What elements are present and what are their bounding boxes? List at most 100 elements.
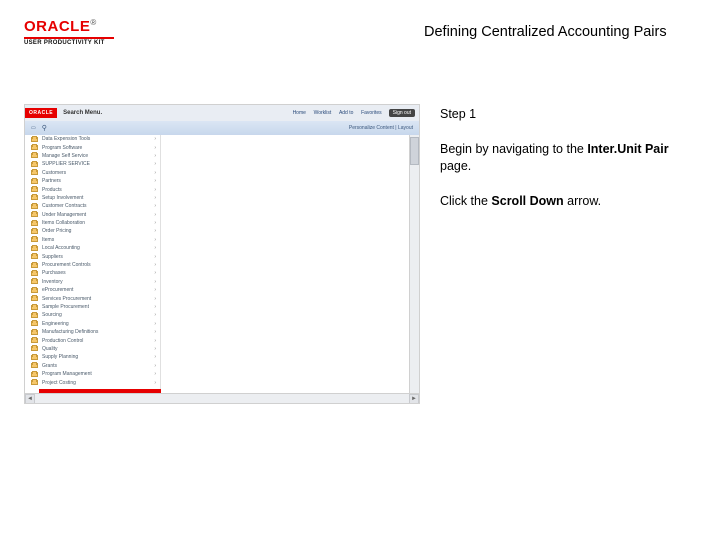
sidebar-item[interactable]: Local Accounting› bbox=[25, 244, 160, 252]
nav-link-home[interactable]: Home bbox=[293, 110, 306, 116]
scroll-left-arrow[interactable]: ◄ bbox=[25, 394, 35, 404]
app-sub-bar: ▭ ⚲ Personalize Content | Layout bbox=[25, 121, 419, 135]
sidebar-item-label: Manage Self Service bbox=[42, 153, 88, 159]
sidebar-item-label: Order Pricing bbox=[42, 228, 71, 234]
vertical-scroll-thumb[interactable] bbox=[410, 137, 419, 165]
chevron-right-icon: › bbox=[154, 346, 156, 352]
menu-collapse-icon[interactable]: ▭ bbox=[31, 125, 36, 131]
chevron-right-icon: › bbox=[154, 296, 156, 302]
folder-icon bbox=[31, 338, 38, 343]
embedded-app-screenshot: ORACLE Search Menu. Home Worklist Add to… bbox=[24, 104, 420, 404]
sidebar-item[interactable]: Items › bbox=[25, 236, 160, 244]
sidebar-item[interactable]: Customer Contracts› bbox=[25, 202, 160, 210]
sidebar-item[interactable]: Project Costing› bbox=[25, 378, 160, 386]
sidebar-item[interactable]: Data Expension Tools› bbox=[25, 135, 160, 143]
chevron-right-icon: › bbox=[154, 195, 156, 201]
chevron-right-icon: › bbox=[154, 153, 156, 159]
sidebar-item[interactable]: Manufacturing Definitions› bbox=[25, 328, 160, 336]
step-number: Step 1 bbox=[440, 106, 696, 123]
folder-icon bbox=[31, 137, 38, 142]
sidebar-item-label: Items bbox=[42, 237, 54, 243]
chevron-right-icon: › bbox=[154, 287, 156, 293]
chevron-right-icon: › bbox=[154, 237, 156, 243]
chevron-right-icon: › bbox=[154, 321, 156, 327]
folder-icon bbox=[31, 246, 38, 251]
instruction-line-1: Begin by navigating to the Inter.Unit Pa… bbox=[440, 141, 696, 175]
nav-link-worklist[interactable]: Worklist bbox=[314, 110, 332, 116]
sidebar-item[interactable]: Suppliers› bbox=[25, 252, 160, 260]
chevron-right-icon: › bbox=[154, 380, 156, 386]
chevron-right-icon: › bbox=[154, 304, 156, 310]
chevron-right-icon: › bbox=[154, 220, 156, 226]
chevron-right-icon: › bbox=[154, 145, 156, 151]
sidebar-item[interactable]: Engineering › bbox=[25, 320, 160, 328]
page-title: Defining Centralized Accounting Pairs bbox=[124, 18, 696, 40]
nav-link-favorites[interactable]: Favorites bbox=[361, 110, 382, 116]
folder-icon bbox=[31, 229, 38, 234]
brand-logo: ORACLE® USER PRODUCTIVITY KIT bbox=[24, 18, 124, 46]
sidebar-item-label: Engineering bbox=[42, 321, 69, 327]
sidebar-item-label: Products bbox=[42, 187, 62, 193]
sidebar-item[interactable]: Grants› bbox=[25, 362, 160, 370]
folder-icon bbox=[31, 237, 38, 242]
instruction-line-2: Click the Scroll Down arrow. bbox=[440, 193, 696, 210]
sidebar-item[interactable]: Procurement Controls› bbox=[25, 261, 160, 269]
sidebar-item[interactable]: Supply Planning › bbox=[25, 353, 160, 361]
folder-icon bbox=[31, 212, 38, 217]
folder-icon bbox=[31, 346, 38, 351]
sidebar-item[interactable]: eProcurement› bbox=[25, 286, 160, 294]
chevron-right-icon: › bbox=[154, 329, 156, 335]
sidebar-item[interactable]: Production Control› bbox=[25, 336, 160, 344]
logo-subline: USER PRODUCTIVITY KIT bbox=[24, 40, 124, 46]
chevron-right-icon: › bbox=[154, 371, 156, 377]
sidebar-item-label: Supply Planning bbox=[42, 354, 78, 360]
sidebar-item-label: Items Collaboration bbox=[42, 220, 85, 226]
sidebar-item[interactable]: Partners› bbox=[25, 177, 160, 185]
sidebar-item[interactable]: Order Pricing› bbox=[25, 227, 160, 235]
chevron-right-icon: › bbox=[154, 170, 156, 176]
sidebar-item[interactable]: Setup Involvement› bbox=[25, 194, 160, 202]
nav-link-addto[interactable]: Add to bbox=[339, 110, 353, 116]
chevron-right-icon: › bbox=[154, 354, 156, 360]
instr1-bold: Inter.Unit Pair bbox=[587, 142, 668, 156]
sidebar-item[interactable]: Inventory› bbox=[25, 278, 160, 286]
sidebar-item[interactable]: Quality› bbox=[25, 345, 160, 353]
folder-icon bbox=[31, 263, 38, 268]
sidebar-item-label: Customer Contracts bbox=[42, 203, 86, 209]
search-icon[interactable]: ⚲ bbox=[42, 124, 47, 132]
chevron-right-icon: › bbox=[154, 161, 156, 167]
sidebar-item-label: Grants bbox=[42, 363, 57, 369]
horizontal-scrollbar[interactable]: ◄ ► bbox=[25, 393, 419, 403]
sidebar-item[interactable]: Items Collaboration › bbox=[25, 219, 160, 227]
app-content-pane bbox=[161, 135, 419, 393]
sidebar-item[interactable]: Sourcing› bbox=[25, 311, 160, 319]
folder-icon bbox=[31, 380, 38, 385]
nav-sidebar: Data Expension Tools›Program Software›Ma… bbox=[25, 135, 161, 393]
folder-icon bbox=[31, 321, 38, 326]
sidebar-item[interactable]: Purchases› bbox=[25, 269, 160, 277]
signout-button[interactable]: Sign out bbox=[389, 109, 415, 117]
sidebar-item[interactable]: SUPPLIER SERVICE › bbox=[25, 160, 160, 168]
sidebar-item[interactable]: Under Management› bbox=[25, 211, 160, 219]
sidebar-item-label: Suppliers bbox=[42, 254, 63, 260]
sidebar-item[interactable]: Program Management› bbox=[25, 370, 160, 378]
sidebar-item[interactable]: Manage Self Service › bbox=[25, 152, 160, 160]
vertical-scrollbar[interactable] bbox=[409, 135, 419, 393]
personalize-link[interactable]: Personalize Content | Layout bbox=[349, 125, 413, 131]
scroll-right-arrow[interactable]: ► bbox=[409, 394, 419, 404]
chevron-right-icon: › bbox=[154, 178, 156, 184]
sidebar-item[interactable]: Sample Procurement› bbox=[25, 303, 160, 311]
sidebar-item-label: Procurement Controls bbox=[42, 262, 91, 268]
sidebar-item[interactable]: Program Software › bbox=[25, 143, 160, 151]
sidebar-item-label: Program Software bbox=[42, 145, 82, 151]
sidebar-item[interactable]: Services Procurement› bbox=[25, 294, 160, 302]
sidebar-item[interactable]: Customers› bbox=[25, 169, 160, 177]
sidebar-item-label: SUPPLIER SERVICE bbox=[42, 161, 90, 167]
sidebar-item[interactable]: Products› bbox=[25, 185, 160, 193]
folder-icon bbox=[31, 330, 38, 335]
sidebar-item-label: Production Control bbox=[42, 338, 83, 344]
app-mini-logo: ORACLE bbox=[25, 108, 57, 118]
app-body: Data Expension Tools›Program Software›Ma… bbox=[25, 135, 419, 393]
folder-icon bbox=[31, 355, 38, 360]
chevron-right-icon: › bbox=[154, 312, 156, 318]
